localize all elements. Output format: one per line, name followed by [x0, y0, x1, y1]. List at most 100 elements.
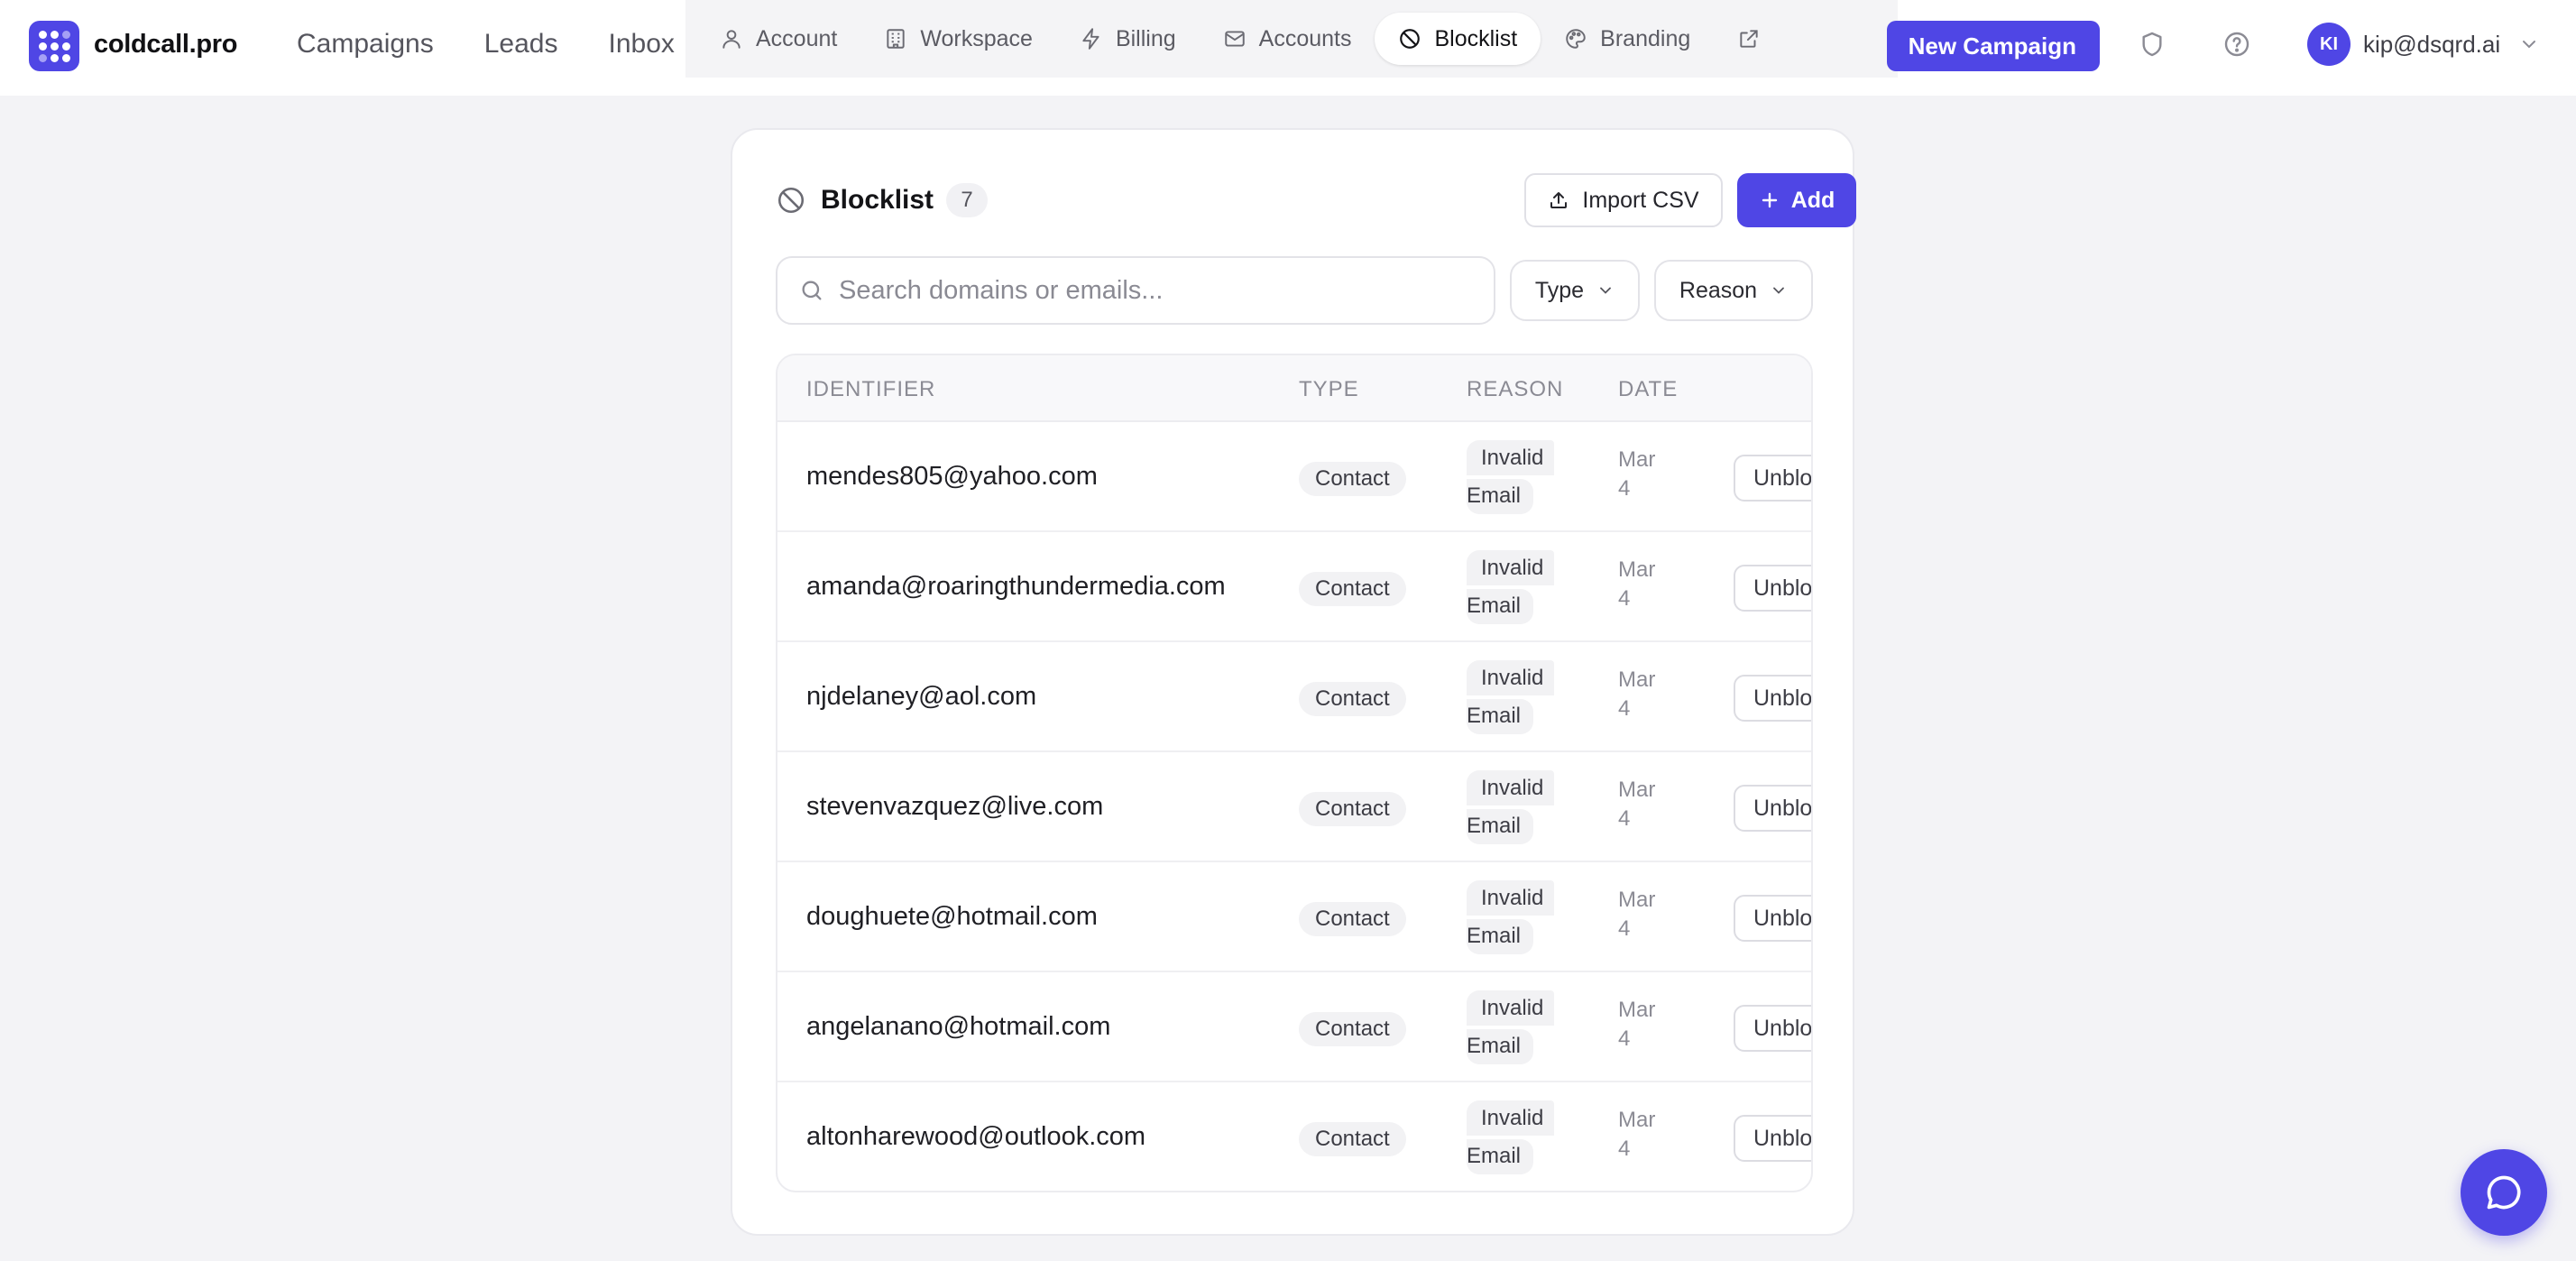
reason-filter[interactable]: Reason — [1654, 260, 1813, 321]
chat-button[interactable] — [2461, 1149, 2547, 1236]
top-bar: coldcall.pro Campaigns Leads Inbox Accou… — [0, 0, 2576, 96]
ban-icon — [777, 187, 805, 214]
table-row: doughuete@hotmail.com Contact Invalid Ema… — [777, 862, 1811, 972]
date-day: 4 — [1618, 806, 1631, 831]
table-row: angelanano@hotmail.com Contact Invalid Em… — [777, 972, 1811, 1082]
bolt-icon — [1082, 28, 1099, 50]
identifier-cell: doughuete@hotmail.com — [806, 902, 1098, 931]
table-row: altonharewood@outlook.com Contact Invali… — [777, 1082, 1811, 1191]
column-identifier[interactable]: IDENTIFIER — [806, 377, 935, 402]
identifier-cell: stevenvazquez@live.com — [806, 792, 1104, 821]
date-day: 4 — [1618, 916, 1631, 941]
import-csv-button[interactable]: Import CSV — [1524, 173, 1723, 227]
reason-badge: Invalid Email — [1467, 880, 1566, 959]
reason-badge: Invalid Email — [1467, 660, 1566, 739]
date-month: Mar — [1618, 778, 1656, 802]
settings-tabs: Account Workspace Billing Accounts Block… — [685, 0, 1898, 78]
new-campaign-button[interactable]: New Campaign — [1887, 21, 2100, 71]
reason-badge: Invalid Email — [1467, 1100, 1566, 1179]
search-input[interactable] — [839, 275, 1470, 306]
tab-more[interactable] — [1714, 13, 1784, 65]
reason-line-1: Invalid — [1467, 660, 1555, 695]
type-filter[interactable]: Type — [1510, 260, 1640, 321]
table-row: mendes805@yahoo.com Contact Invalid Email… — [777, 422, 1811, 532]
date-cell: Mar 4 — [1618, 446, 1672, 503]
column-reason[interactable]: REASON — [1467, 377, 1563, 402]
date-month: Mar — [1618, 557, 1656, 582]
reason-badge: Invalid Email — [1467, 550, 1566, 629]
blocklist-table: IDENTIFIER TYPE REASON DATE mendes805@ya… — [776, 354, 1813, 1192]
reason-badge: Invalid Email — [1467, 440, 1566, 519]
type-badge: Contact — [1299, 462, 1406, 496]
nav-campaigns[interactable]: Campaigns — [297, 29, 434, 60]
unblock-button[interactable]: Unblock — [1734, 1115, 1811, 1162]
identifier-cell: amanda@roaringthundermedia.com — [806, 572, 1226, 601]
unblock-button[interactable]: Unblock — [1734, 675, 1811, 722]
date-day: 4 — [1618, 476, 1631, 501]
tab-label: Workspace — [920, 25, 1033, 51]
date-month: Mar — [1618, 667, 1656, 692]
date-cell: Mar 4 — [1618, 556, 1672, 613]
reason-line-1: Invalid — [1467, 550, 1555, 585]
column-date[interactable]: DATE — [1618, 377, 1678, 402]
add-button[interactable]: Add — [1737, 173, 1856, 227]
ban-icon — [1400, 29, 1421, 49]
table-row: njdelaney@aol.com Contact Invalid Email M… — [777, 642, 1811, 752]
date-cell: Mar 4 — [1618, 996, 1672, 1054]
type-badge: Contact — [1299, 682, 1406, 716]
tab-account[interactable]: Account — [696, 13, 860, 65]
user-email: kip@dsqrd.ai — [2363, 30, 2501, 58]
reason-badge: Invalid Email — [1467, 990, 1566, 1069]
reason-line-2: Email — [1467, 809, 1534, 844]
table-header: IDENTIFIER TYPE REASON DATE — [777, 355, 1811, 422]
tab-branding[interactable]: Branding — [1541, 13, 1714, 65]
date-day: 4 — [1618, 1137, 1631, 1161]
plus-icon — [1762, 192, 1777, 208]
reason-filter-label: Reason — [1679, 277, 1758, 303]
table-body: mendes805@yahoo.com Contact Invalid Email… — [777, 422, 1811, 1191]
column-type[interactable]: TYPE — [1299, 377, 1359, 402]
reason-line-1: Invalid — [1467, 770, 1555, 805]
nav-inbox[interactable]: Inbox — [609, 29, 675, 60]
unblock-button[interactable]: Unblock — [1734, 1005, 1811, 1052]
help-icon[interactable] — [2222, 30, 2251, 59]
shield-icon[interactable] — [2138, 30, 2167, 59]
tab-accounts[interactable]: Accounts — [1200, 13, 1375, 65]
chevron-down-icon — [1773, 287, 1784, 294]
table-row: stevenvazquez@live.com Contact Invalid Em… — [777, 752, 1811, 862]
tab-billing[interactable]: Billing — [1056, 13, 1200, 65]
unblock-button[interactable]: Unblock — [1734, 565, 1811, 612]
blocklist-card: Blocklist 7 Import CSV Add Type Reason I… — [731, 128, 1856, 1236]
reason-line-1: Invalid — [1467, 1100, 1555, 1136]
date-day: 4 — [1618, 1026, 1631, 1051]
palette-icon — [1566, 29, 1586, 49]
tab-label: Billing — [1115, 25, 1176, 51]
date-month: Mar — [1618, 888, 1656, 912]
unblock-button[interactable]: Unblock — [1734, 785, 1811, 832]
brand-name[interactable]: coldcall.pro — [94, 30, 237, 60]
user-icon — [722, 30, 741, 49]
search-box[interactable] — [776, 256, 1495, 325]
brand-logo-icon[interactable] — [29, 21, 79, 71]
reason-line-1: Invalid — [1467, 880, 1555, 916]
type-badge: Contact — [1299, 792, 1406, 826]
upload-icon — [1550, 192, 1568, 208]
unblock-button[interactable]: Unblock — [1734, 895, 1811, 942]
chat-bubble-icon — [2487, 1175, 2521, 1210]
date-cell: Mar 4 — [1618, 776, 1672, 833]
page-title: Blocklist — [821, 185, 934, 215]
reason-line-2: Email — [1467, 589, 1534, 624]
date-day: 4 — [1618, 696, 1631, 721]
tab-label: Accounts — [1258, 25, 1352, 51]
tab-blocklist[interactable]: Blocklist — [1375, 13, 1541, 65]
table-row: amanda@roaringthundermedia.com Contact I… — [777, 532, 1811, 642]
date-cell: Mar 4 — [1618, 666, 1672, 723]
nav-leads[interactable]: Leads — [484, 29, 558, 60]
user-menu[interactable]: KI kip@dsqrd.ai — [2307, 23, 2540, 66]
building-icon — [887, 29, 905, 49]
type-badge: Contact — [1299, 572, 1406, 606]
unblock-button[interactable]: Unblock — [1734, 455, 1811, 502]
mail-icon — [1224, 31, 1245, 47]
tab-workspace[interactable]: Workspace — [860, 13, 1056, 65]
type-badge: Contact — [1299, 1122, 1406, 1156]
